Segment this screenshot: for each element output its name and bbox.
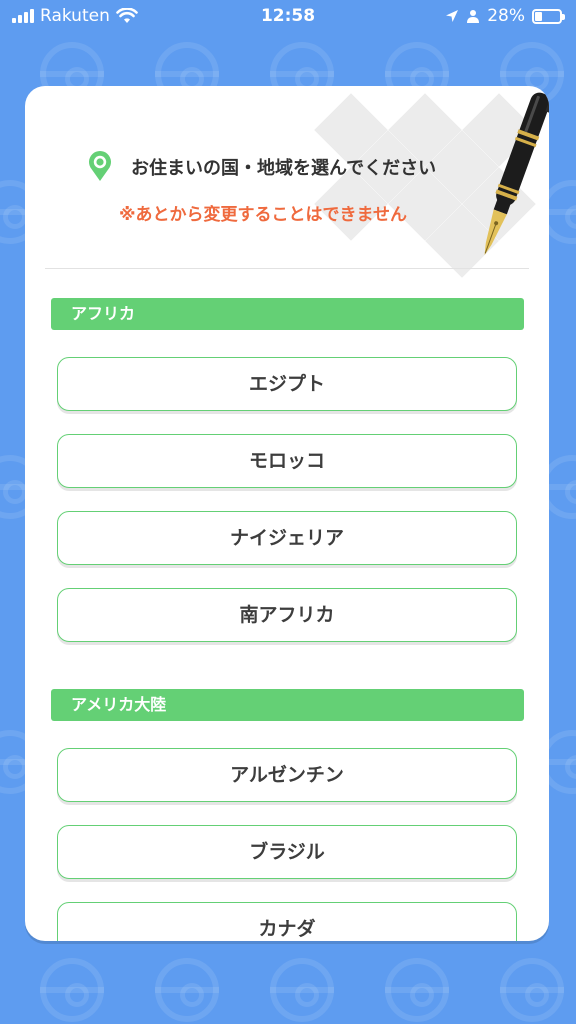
card-header: お住まいの国・地域を選んでください ※あとから変更することはできません — [25, 86, 549, 278]
battery-level — [535, 11, 542, 21]
status-bar: Rakuten 12:58 28% — [0, 0, 576, 34]
fountain-pen-icon — [484, 92, 549, 256]
country-button-argentina[interactable]: アルゼンチン — [57, 748, 517, 802]
country-selection-card: お住まいの国・地域を選んでください ※あとから変更することはできません アフリカ… — [25, 86, 549, 941]
country-button-brazil[interactable]: ブラジル — [57, 825, 517, 879]
region-header-africa: アフリカ — [51, 298, 524, 330]
header-divider — [45, 268, 529, 269]
battery-icon — [532, 8, 565, 24]
person-icon — [467, 10, 480, 23]
country-button-morocco[interactable]: モロッコ — [57, 434, 517, 488]
page-title: お住まいの国・地域を選んでください — [131, 158, 437, 179]
country-button-nigeria[interactable]: ナイジェリア — [57, 511, 517, 565]
warning-text: ※あとから変更することはできません — [118, 205, 408, 225]
location-arrow-icon — [446, 10, 459, 22]
region-list: アフリカ エジプト モロッコ ナイジェリア 南アフリカ アメリカ大陸 アルゼンチ… — [25, 298, 549, 941]
country-button-canada[interactable]: カナダ — [57, 902, 517, 941]
location-pin-icon — [89, 151, 111, 181]
region-header-americas: アメリカ大陸 — [51, 689, 524, 721]
country-button-south-africa[interactable]: 南アフリカ — [57, 588, 517, 642]
country-button-egypt[interactable]: エジプト — [57, 357, 517, 411]
battery-percentage: 28% — [487, 6, 525, 26]
status-bar-right: 28% — [445, 6, 565, 26]
